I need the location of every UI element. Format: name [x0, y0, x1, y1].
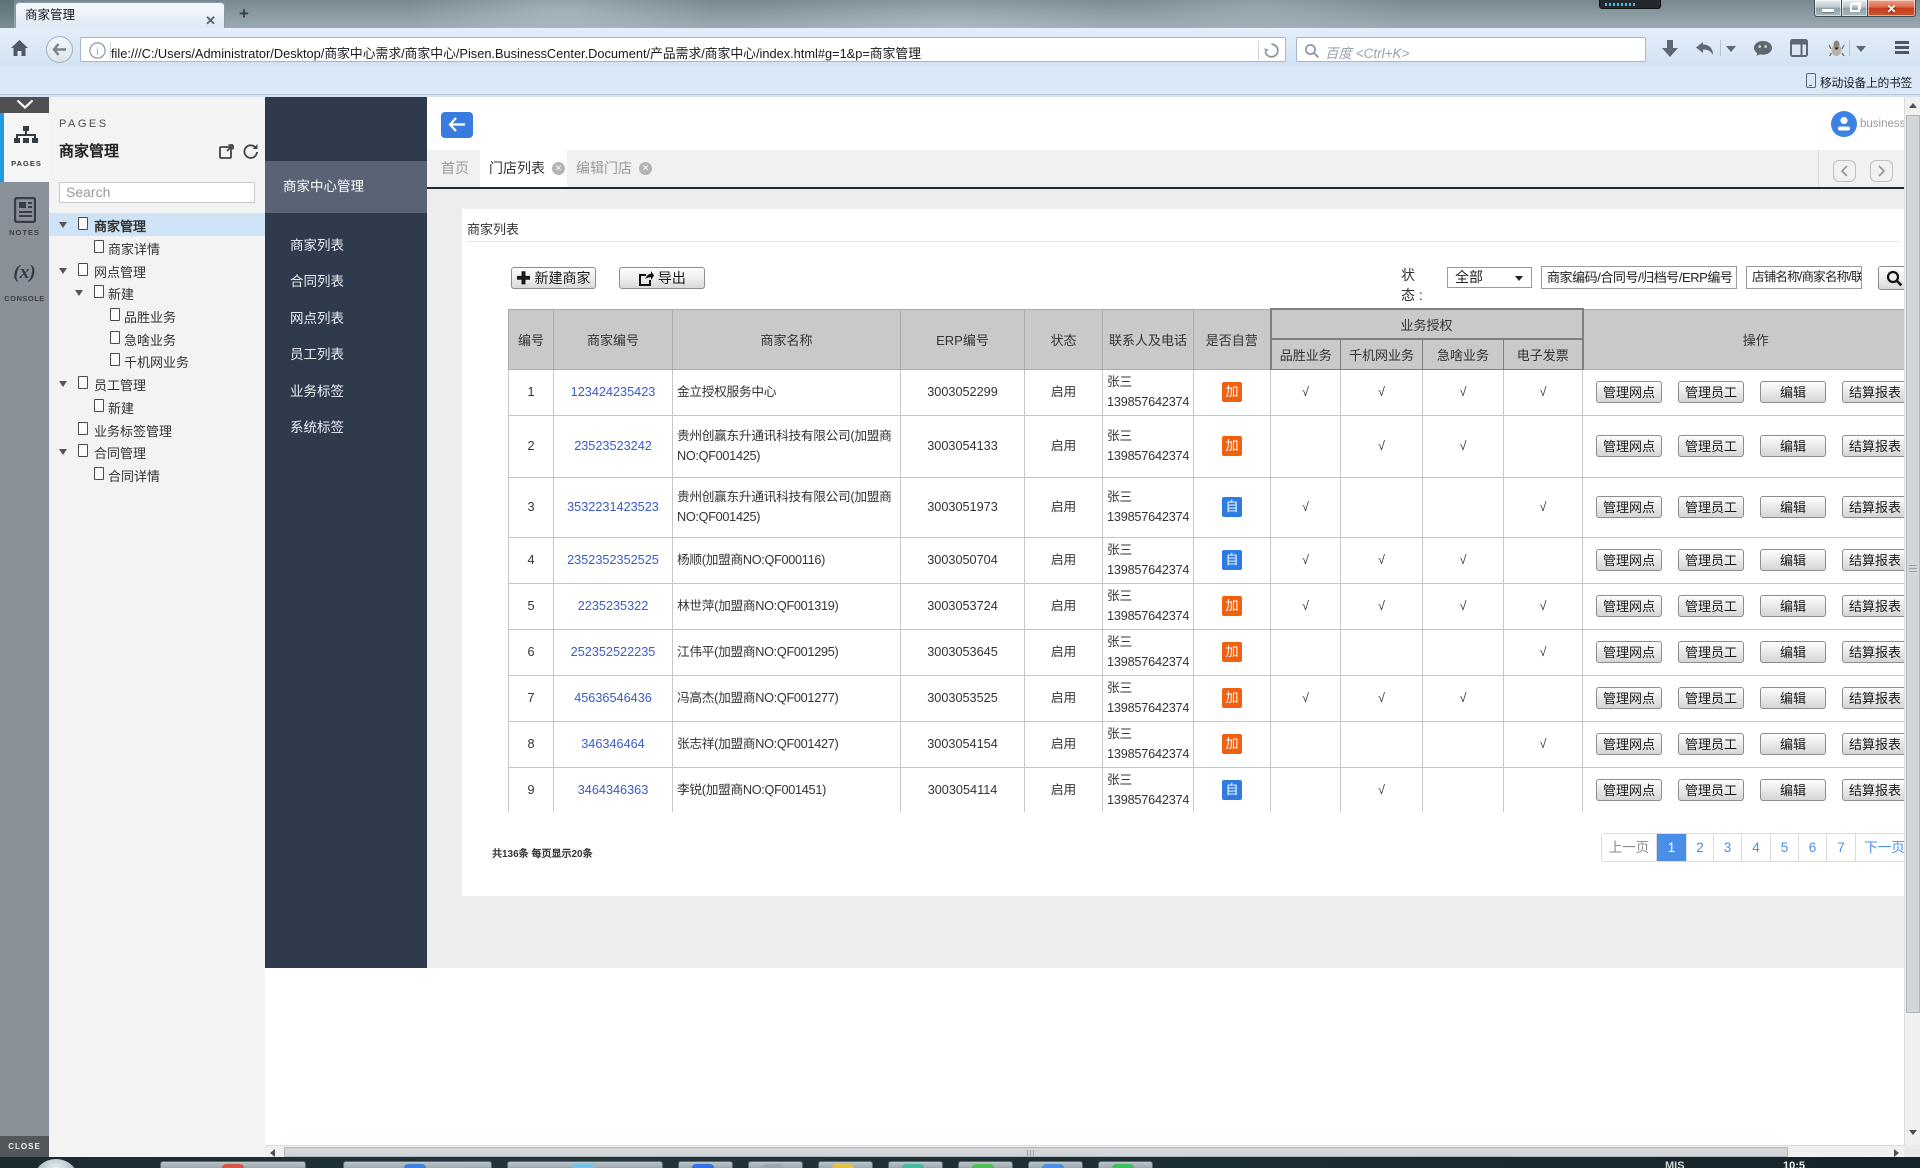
svg-text:i: i — [96, 45, 99, 57]
